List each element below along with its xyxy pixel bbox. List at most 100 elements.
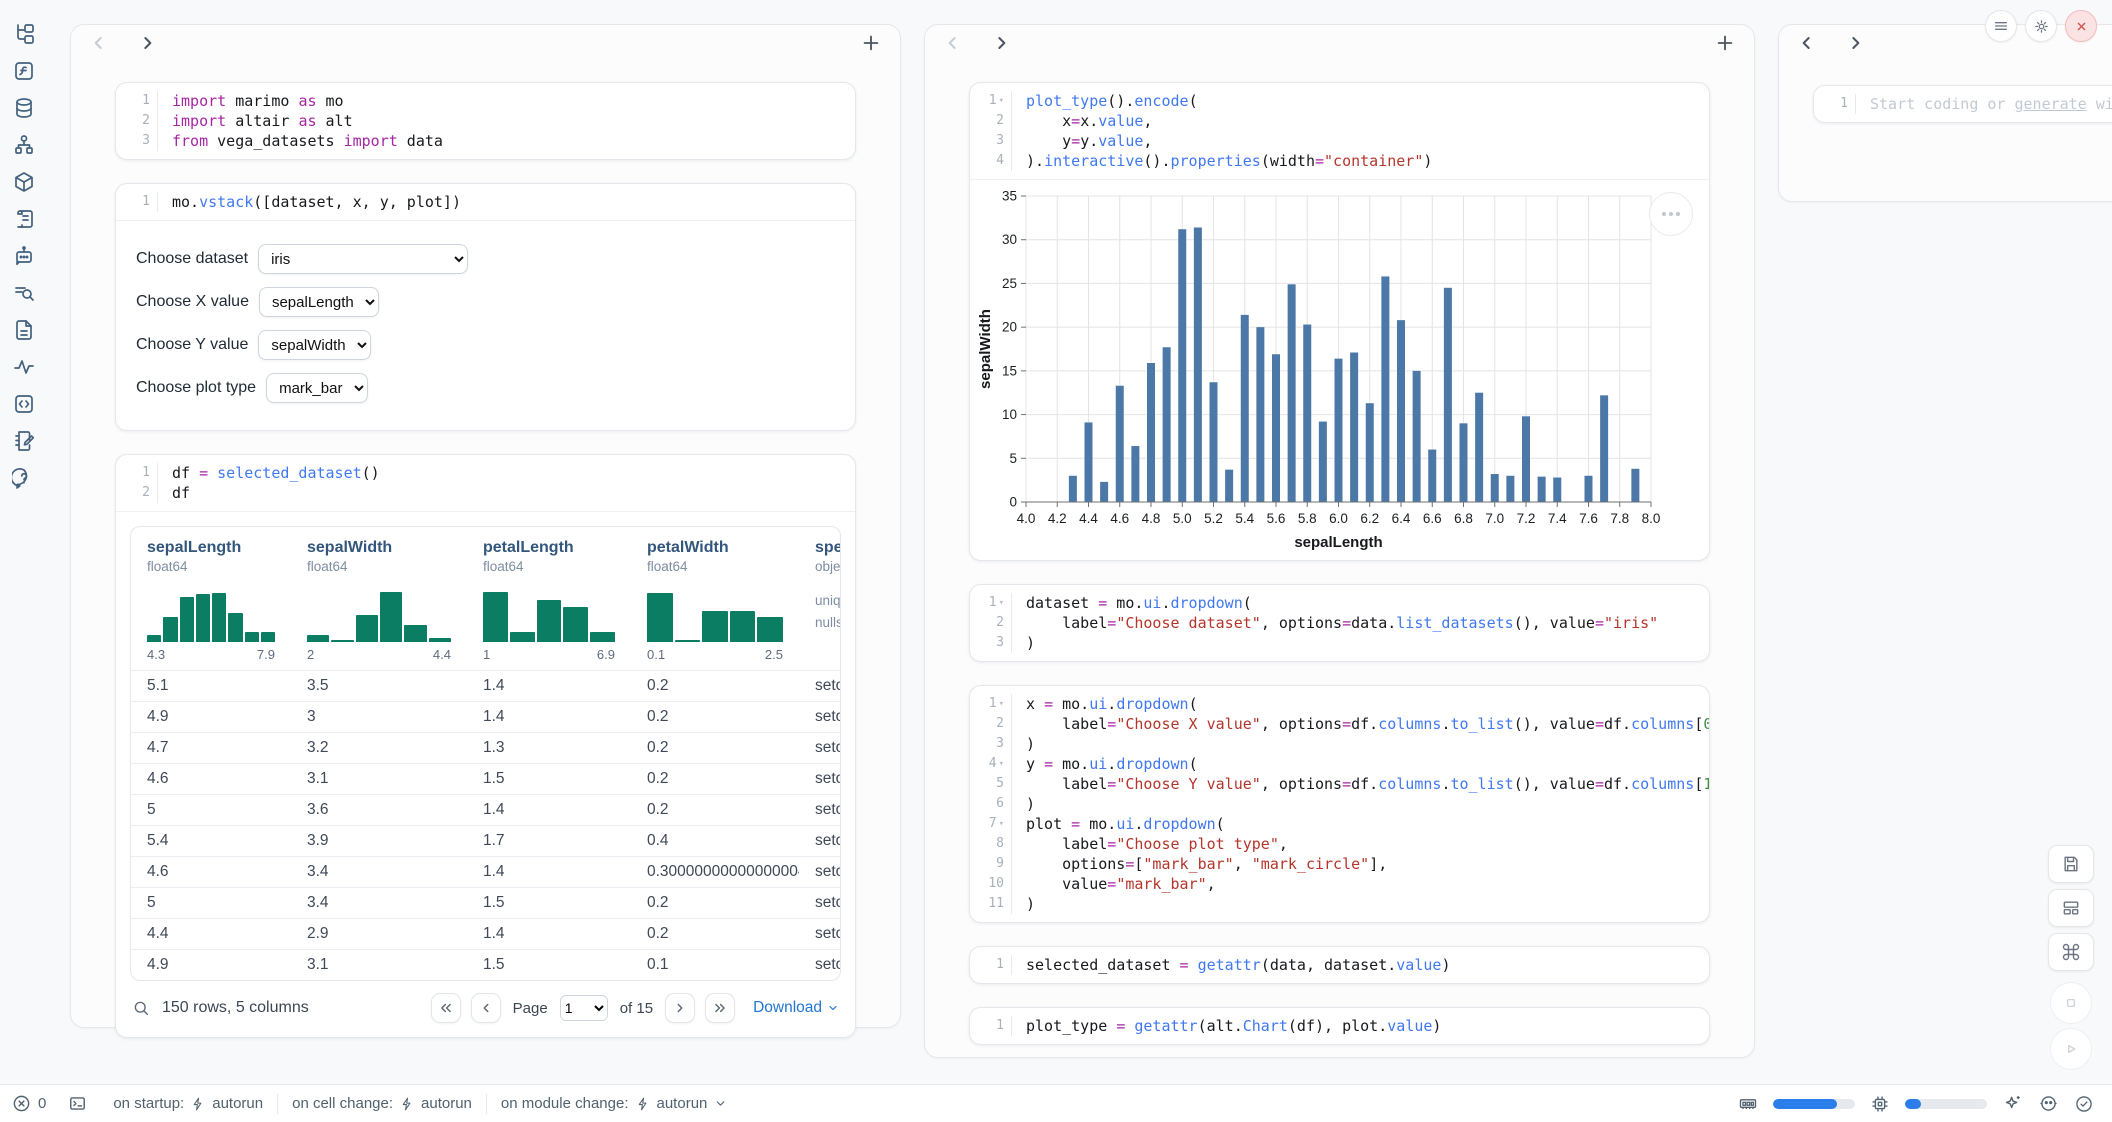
on-module-change-setting[interactable]: on module change: autorun <box>501 1095 727 1112</box>
code-line[interactable]: 4▾y = mo.ui.dropdown( <box>970 754 1709 774</box>
code-line[interactable]: 3) <box>970 734 1709 754</box>
chart-menu-button[interactable] <box>1649 192 1693 236</box>
layout-grid-button[interactable] <box>2048 889 2094 927</box>
cell-plot[interactable]: 1▾plot_type().encode(2 x=x.value,3 y=y.v… <box>969 82 1710 561</box>
page-select[interactable]: 1 <box>560 995 608 1021</box>
code-editor[interactable]: 1df = selected_dataset()2df <box>116 455 855 511</box>
code-line[interactable]: 2 label="Choose dataset", options=data.l… <box>970 613 1709 633</box>
save-button[interactable] <box>2048 845 2094 883</box>
command-palette-button[interactable] <box>2048 933 2094 971</box>
cell-selected-dataset[interactable]: 1selected_dataset = getattr(data, datase… <box>969 946 1710 984</box>
column-header[interactable]: sepalWidthfloat6424.4 <box>291 539 467 662</box>
next-page-button[interactable] <box>665 993 695 1023</box>
code-line[interactable]: 1▾x = mo.ui.dropdown( <box>970 694 1709 714</box>
connection-status-button[interactable] <box>2074 1094 2094 1114</box>
menu-button[interactable] <box>1985 10 2017 42</box>
on-cell-change-setting[interactable]: on cell change: autorun <box>292 1095 472 1112</box>
code-line[interactable]: 7▾plot = mo.ui.dropdown( <box>970 814 1709 834</box>
code-editor[interactable]: 1▾plot_type().encode(2 x=x.value,3 y=y.v… <box>970 83 1709 179</box>
fold-chevron-icon[interactable]: ▾ <box>999 599 1004 608</box>
control-select[interactable]: sepalWidth <box>258 330 371 360</box>
chat-bot-icon[interactable] <box>12 244 36 268</box>
code-line[interactable]: 1df = selected_dataset() <box>116 463 855 483</box>
search-logs-icon[interactable] <box>12 281 36 305</box>
code-line[interactable]: 11) <box>970 894 1709 914</box>
fold-chevron-icon[interactable]: ▾ <box>999 97 1004 106</box>
column-scroll-right-icon[interactable] <box>1845 33 1865 53</box>
control-select[interactable]: mark_bar <box>266 373 368 403</box>
column-scroll-right-icon[interactable] <box>991 33 1011 53</box>
column-scroll-left-icon[interactable] <box>943 33 963 53</box>
editor-placeholder[interactable]: Start coding or generate with <box>1856 94 2112 114</box>
fold-chevron-icon[interactable]: ▾ <box>999 700 1004 709</box>
tracing-icon[interactable] <box>12 355 36 379</box>
cell-empty-editor[interactable]: 1 Start coding or generate with <box>1813 85 2112 123</box>
column-header[interactable]: sepalLengthfloat644.37.9 <box>131 539 291 662</box>
code-line[interactable]: 2 x=x.value, <box>970 111 1709 131</box>
help-icon[interactable] <box>12 466 36 490</box>
generate-link[interactable]: generate <box>2015 95 2087 113</box>
terminal-button[interactable] <box>68 1094 87 1113</box>
bar-chart[interactable]: 4.04.24.44.64.85.05.25.45.65.86.06.26.46… <box>970 180 1710 560</box>
code-line[interactable]: 3 y=y.value, <box>970 131 1709 151</box>
code-line[interactable]: 3from vega_datasets import data <box>116 131 855 151</box>
code-editor[interactable]: 1plot_type = getattr(alt.Chart(df), plot… <box>970 1008 1709 1044</box>
assistant-bot-button[interactable] <box>2038 1093 2059 1114</box>
errors-indicator[interactable]: 0 <box>12 1094 46 1113</box>
run-button[interactable] <box>2050 1028 2092 1070</box>
column-scroll-right-icon[interactable] <box>137 33 157 53</box>
add-cell-icon[interactable] <box>860 32 882 54</box>
code-line[interactable]: 6) <box>970 794 1709 814</box>
scratchpad-icon[interactable] <box>12 429 36 453</box>
code-line[interactable]: 1mo.vstack([dataset, x, y, plot]) <box>116 192 855 212</box>
first-page-button[interactable] <box>431 993 461 1023</box>
code-editor[interactable]: 1▾x = mo.ui.dropdown(2 label="Choose X v… <box>970 686 1709 922</box>
code-line[interactable]: 5 label="Choose Y value", options=df.col… <box>970 774 1709 794</box>
column-header[interactable]: petalWidthfloat640.12.5 <box>631 539 799 662</box>
code-line[interactable]: 4).interactive().properties(width="conta… <box>970 151 1709 171</box>
ai-sparkle-button[interactable] <box>2002 1093 2023 1114</box>
code-line[interactable]: 9 options=["mark_bar", "mark_circle"], <box>970 854 1709 874</box>
code-line[interactable]: 2import altair as alt <box>116 111 855 131</box>
code-line[interactable]: 2 label="Choose X value", options=df.col… <box>970 714 1709 734</box>
code-line[interactable]: 8 label="Choose plot type", <box>970 834 1709 854</box>
cell-plot-type[interactable]: 1plot_type = getattr(alt.Chart(df), plot… <box>969 1007 1710 1045</box>
dependency-graph-icon[interactable] <box>12 133 36 157</box>
code-editor[interactable]: 1mo.vstack([dataset, x, y, plot]) <box>116 184 855 220</box>
cell-dataset-dropdown[interactable]: 1▾dataset = mo.ui.dropdown(2 label="Choo… <box>969 584 1710 662</box>
code-line[interactable]: 1▾dataset = mo.ui.dropdown( <box>970 593 1709 613</box>
table-search-icon[interactable] <box>132 999 150 1017</box>
code-line[interactable]: 1plot_type = getattr(alt.Chart(df), plot… <box>970 1016 1709 1036</box>
code-line[interactable]: 1selected_dataset = getattr(data, datase… <box>970 955 1709 975</box>
code-editor[interactable]: 1selected_dataset = getattr(data, datase… <box>970 947 1709 983</box>
functions-icon[interactable] <box>12 59 36 83</box>
add-cell-icon[interactable] <box>1714 32 1736 54</box>
file-tree-icon[interactable] <box>12 22 36 46</box>
documentation-icon[interactable] <box>12 318 36 342</box>
cell-dataframe[interactable]: 1df = selected_dataset()2df sepalLengthf… <box>115 454 856 1038</box>
control-select[interactable]: sepalLength <box>259 287 379 317</box>
close-button[interactable] <box>2065 10 2097 42</box>
code-editor[interactable]: 1▾dataset = mo.ui.dropdown(2 label="Choo… <box>970 585 1709 661</box>
code-line[interactable]: 10 value="mark_bar", <box>970 874 1709 894</box>
code-line[interactable]: 3) <box>970 633 1709 653</box>
cell-vstack[interactable]: 1mo.vstack([dataset, x, y, plot]) Choose… <box>115 183 856 431</box>
column-scroll-left-icon[interactable] <box>1797 33 1817 53</box>
fold-chevron-icon[interactable]: ▾ <box>999 760 1004 769</box>
stop-button[interactable] <box>2050 982 2092 1024</box>
database-icon[interactable] <box>12 96 36 120</box>
packages-icon[interactable] <box>12 170 36 194</box>
snippets-icon[interactable] <box>12 392 36 416</box>
script-log-icon[interactable] <box>12 207 36 231</box>
settings-gear-button[interactable] <box>2025 10 2057 42</box>
cell-xy-plot-dropdowns[interactable]: 1▾x = mo.ui.dropdown(2 label="Choose X v… <box>969 685 1710 923</box>
code-line[interactable]: 1import marimo as mo <box>116 91 855 111</box>
column-header[interactable]: petalLengthfloat6416.9 <box>467 539 631 662</box>
last-page-button[interactable] <box>705 993 735 1023</box>
control-select[interactable]: iris <box>258 244 468 274</box>
fold-chevron-icon[interactable]: ▾ <box>999 820 1004 829</box>
code-line[interactable]: 2df <box>116 483 855 503</box>
cell-imports[interactable]: 1import marimo as mo2import altair as al… <box>115 82 856 160</box>
prev-page-button[interactable] <box>471 993 501 1023</box>
column-header[interactable]: speciesobjectunique:nulls: <box>799 539 840 662</box>
